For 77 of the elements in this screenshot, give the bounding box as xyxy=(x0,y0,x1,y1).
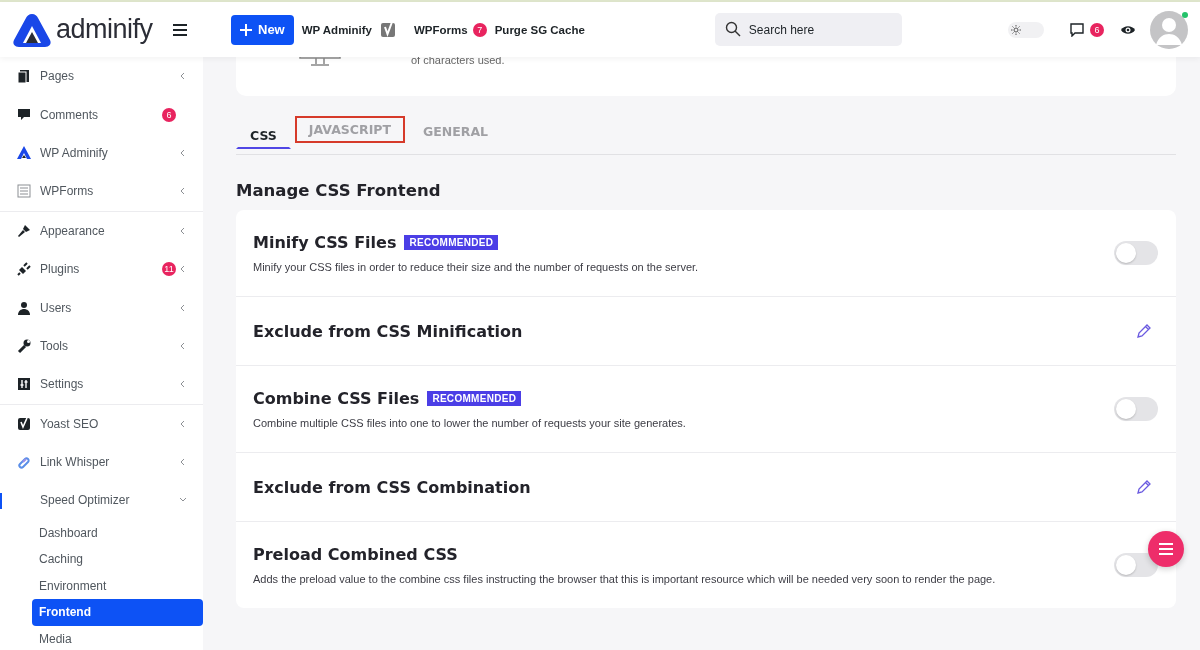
option-title: Exclude from CSS Combination xyxy=(253,477,531,497)
new-button[interactable]: New xyxy=(231,14,294,45)
sidebar-item[interactable]: Plugins 11 xyxy=(0,249,203,289)
pages-icon xyxy=(16,68,32,85)
count-badge: 6 xyxy=(1090,22,1104,37)
option-title: Exclude from CSS Minification xyxy=(253,321,523,341)
logo-icon[interactable] xyxy=(12,11,52,48)
menu-icon xyxy=(1159,543,1173,555)
submenu-item[interactable]: Media xyxy=(32,626,203,650)
submenu-item[interactable]: Caching xyxy=(32,546,203,573)
sidebar-item[interactable]: Comments 6 xyxy=(0,95,203,134)
toolbar-link[interactable]: WPForms xyxy=(414,23,468,36)
chain-icon xyxy=(16,454,32,471)
yoast-icon xyxy=(16,415,32,432)
yoast-icon[interactable] xyxy=(380,20,396,39)
sidebar-item[interactable]: Users xyxy=(0,288,203,327)
chevron-icon xyxy=(179,265,187,274)
recommended-tag: RECOMMENDED xyxy=(404,235,499,250)
option-title: Combine CSS Files xyxy=(253,389,420,408)
chevron-icon xyxy=(179,226,187,235)
sidebar-item[interactable]: Yoast SEO xyxy=(0,404,203,443)
option-title: Preload Combined CSS xyxy=(253,545,458,564)
recommended-tag: RECOMMENDED xyxy=(427,391,522,406)
toggle-switch[interactable] xyxy=(1114,397,1158,421)
chevron-icon xyxy=(179,380,187,389)
submenu-item[interactable]: Frontend xyxy=(32,599,203,627)
option-title: Minify CSS Files xyxy=(253,233,397,252)
user-icon xyxy=(16,299,32,316)
comment-icon xyxy=(16,106,32,123)
menu-button[interactable] xyxy=(1148,531,1184,567)
sidebar-item[interactable]: Settings xyxy=(0,365,203,404)
toolbar-link[interactable]: Purge SG Cache xyxy=(494,23,585,36)
chevron-icon xyxy=(179,72,187,81)
chevron-icon xyxy=(179,187,187,196)
theme-toggle[interactable] xyxy=(1008,21,1044,38)
search-icon xyxy=(724,21,741,37)
sidebar-item[interactable]: Tools xyxy=(0,326,203,366)
form-icon xyxy=(16,183,32,200)
chevron-icon xyxy=(179,419,187,428)
tab[interactable]: CSS xyxy=(236,116,291,149)
chevron-icon xyxy=(179,148,187,157)
brand-name[interactable]: adminify xyxy=(56,14,153,45)
chevron-icon xyxy=(179,303,187,312)
option-description: Combine multiple CSS files into one to lower the number of requests your site generates. xyxy=(253,417,686,429)
sidebar-item[interactable]: Link Whisper xyxy=(0,442,203,482)
plug-icon xyxy=(16,261,32,278)
toggle-switch[interactable] xyxy=(1114,241,1158,265)
sliders-icon xyxy=(16,376,32,393)
toolbar-link[interactable]: WP Adminify xyxy=(301,23,372,36)
count-badge: 11 xyxy=(162,262,176,277)
sidebar-item[interactable]: Pages xyxy=(0,57,203,96)
toggle-switch[interactable] xyxy=(1114,553,1158,577)
sun-icon xyxy=(1011,24,1021,35)
sidebar-item[interactable]: Appearance xyxy=(0,211,203,250)
chevron-icon xyxy=(179,458,187,467)
active-indicator xyxy=(0,493,2,510)
pencil-icon[interactable] xyxy=(1136,323,1152,339)
comment-icon[interactable] xyxy=(1070,22,1084,37)
search-field[interactable]: Search here xyxy=(714,13,902,46)
brush-icon xyxy=(16,222,32,239)
count-badge: 7 xyxy=(472,22,487,37)
section-title: Manage CSS Frontend xyxy=(236,181,442,200)
logo-icon xyxy=(16,144,32,161)
submenu-item[interactable]: Dashboard xyxy=(32,519,203,547)
chevron-icon xyxy=(179,341,187,350)
option-description: Adds the preload value to the combine css files instructing the browser that this is important resource which will be needed very soon to render the page. xyxy=(253,573,996,585)
sidebar-item[interactable]: Speed Optimizer xyxy=(0,481,203,520)
eye-icon[interactable] xyxy=(1120,23,1136,36)
menu-icon[interactable] xyxy=(173,23,187,36)
count-badge: 6 xyxy=(162,107,176,122)
option-description: Minify your CSS files in order to reduce their size and the number of requests on the server. xyxy=(253,261,699,273)
pencil-icon[interactable] xyxy=(1136,479,1152,495)
sidebar-item[interactable]: WP Adminify xyxy=(0,133,203,173)
wrench-icon xyxy=(16,337,32,354)
plus-icon xyxy=(240,23,252,36)
sidebar-item[interactable]: WPForms xyxy=(0,172,203,211)
submenu-item[interactable]: Environment xyxy=(32,572,203,600)
